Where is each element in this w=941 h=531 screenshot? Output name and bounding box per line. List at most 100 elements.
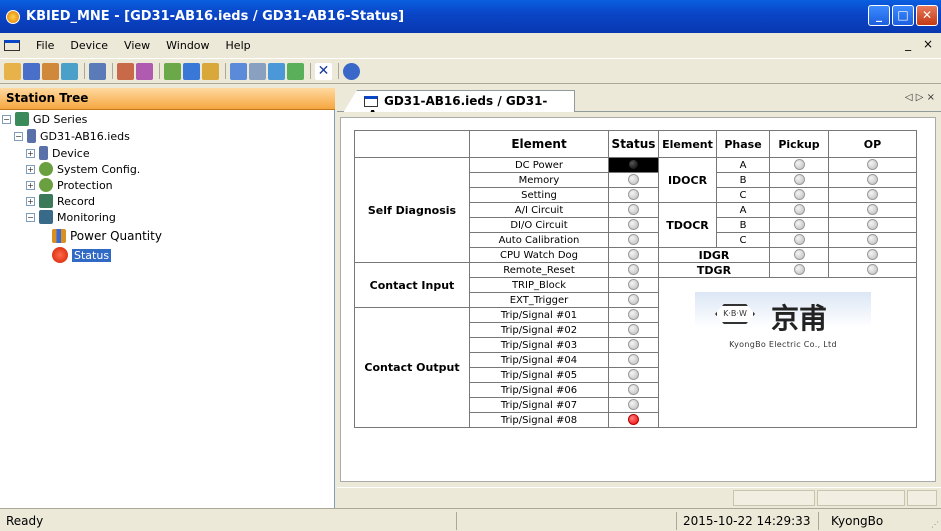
save-as-icon[interactable] bbox=[42, 62, 59, 80]
tree-node-system-config[interactable]: + System Config. bbox=[26, 161, 140, 177]
tree-node-label: Device bbox=[52, 146, 90, 160]
element-label: A/I Circuit bbox=[469, 202, 609, 218]
status-led-cell bbox=[608, 247, 659, 263]
status-led bbox=[628, 204, 639, 216]
help-icon[interactable] bbox=[343, 62, 360, 80]
phase-label: B bbox=[716, 217, 770, 233]
status-bar: Ready 2015-10-22 14:29:33 KyongBo ⋰ bbox=[0, 508, 941, 531]
maximize-button[interactable]: □ bbox=[892, 5, 914, 26]
collapse-icon[interactable]: − bbox=[2, 114, 11, 124]
pickup-cell bbox=[769, 247, 829, 263]
toolbar: ✕ bbox=[0, 58, 941, 84]
status-panel: Element Status Element Phase Pickup OP S… bbox=[340, 117, 936, 482]
delete-icon[interactable]: ✕ bbox=[315, 62, 332, 80]
status-led-cell bbox=[608, 277, 659, 293]
toolbar-separator bbox=[310, 63, 311, 79]
tree-node-status[interactable]: Status bbox=[52, 247, 112, 263]
chart-icon[interactable] bbox=[268, 62, 285, 80]
app-icon[interactable] bbox=[6, 9, 20, 24]
tab-navigation[interactable]: ◁ ▷ × bbox=[905, 92, 935, 103]
pickup-led bbox=[793, 159, 805, 171]
pickup-cell bbox=[769, 187, 829, 203]
status-pane bbox=[456, 512, 674, 530]
pickup-led bbox=[793, 204, 805, 216]
waveform-icon[interactable] bbox=[249, 62, 266, 80]
header-status: Status bbox=[608, 130, 659, 158]
toolbar-separator bbox=[225, 63, 226, 79]
element-tdgr: TDGR bbox=[658, 262, 770, 278]
settings-icon[interactable] bbox=[164, 62, 181, 80]
grid-icon[interactable] bbox=[202, 62, 219, 80]
expand-icon[interactable]: + bbox=[26, 180, 35, 190]
logo-area: K·B·W 京甫 KyongBo Electric Co., Ltd bbox=[658, 277, 917, 428]
status-led-cell bbox=[608, 322, 659, 338]
tree-node-label: Status bbox=[72, 248, 112, 262]
header-pickup: Pickup bbox=[769, 130, 829, 158]
minimize-button[interactable]: _ bbox=[868, 5, 890, 26]
menu-window[interactable]: Window bbox=[158, 39, 217, 52]
status-led-cell bbox=[608, 412, 659, 428]
mdi-window-controls[interactable]: _ × bbox=[905, 37, 937, 51]
tree-node-label: Power Quantity bbox=[70, 229, 162, 243]
menu-bar: File Device View Window Help _ × bbox=[0, 34, 941, 57]
expand-icon[interactable]: + bbox=[26, 148, 35, 158]
tree-node-label: GD31-AB16.ieds bbox=[40, 129, 130, 143]
tree-node-label: System Config. bbox=[57, 162, 141, 176]
tree-node-device[interactable]: + Device bbox=[26, 145, 90, 161]
collapse-icon[interactable]: − bbox=[26, 212, 35, 222]
menu-device[interactable]: Device bbox=[62, 39, 116, 52]
element-label: DI/O Circuit bbox=[469, 217, 609, 233]
tree-node-label: Record bbox=[57, 194, 96, 208]
group-self-diagnosis: Self Diagnosis bbox=[354, 157, 470, 263]
window-icon[interactable] bbox=[230, 62, 247, 80]
save-icon[interactable] bbox=[23, 62, 40, 80]
status-led-icon bbox=[52, 247, 68, 263]
tree-node-record[interactable]: + Record bbox=[26, 193, 95, 209]
pickup-cell bbox=[769, 217, 829, 233]
open-folder-icon[interactable] bbox=[4, 62, 21, 80]
close-button[interactable]: ✕ bbox=[916, 5, 938, 26]
status-led bbox=[628, 249, 639, 261]
tree-node-monitoring[interactable]: − Monitoring bbox=[26, 209, 116, 225]
collapse-icon[interactable]: − bbox=[14, 131, 23, 141]
status-led bbox=[628, 219, 639, 231]
op-led bbox=[867, 204, 878, 216]
monitor-icon[interactable] bbox=[183, 62, 200, 80]
menu-help[interactable]: Help bbox=[218, 39, 259, 52]
toolbar-separator bbox=[84, 63, 85, 79]
tree-node-protection[interactable]: + Protection bbox=[26, 177, 113, 193]
element-label: Trip/Signal #06 bbox=[469, 382, 609, 398]
tab-status[interactable]: GD31-AB16.ieds / GD31-A... bbox=[343, 90, 575, 113]
op-led bbox=[867, 234, 878, 246]
expand-icon[interactable]: + bbox=[26, 164, 35, 174]
status-led bbox=[628, 159, 639, 171]
upload-icon[interactable] bbox=[117, 62, 134, 80]
resize-grip-icon[interactable]: ⋰ bbox=[931, 520, 939, 529]
op-cell bbox=[828, 157, 917, 173]
pickup-cell bbox=[769, 157, 829, 173]
status-text: Ready bbox=[6, 514, 44, 528]
connect-icon[interactable] bbox=[61, 62, 78, 80]
element-label: Trip/Signal #05 bbox=[469, 367, 609, 383]
station-icon bbox=[15, 112, 29, 126]
tree-node-ieds-file[interactable]: − GD31-AB16.ieds bbox=[14, 128, 130, 144]
download-icon[interactable] bbox=[136, 62, 153, 80]
document-icon bbox=[364, 96, 378, 107]
window-title-bar[interactable]: KBIED_MNE - [GD31-AB16.ieds / GD31-AB16-… bbox=[0, 0, 941, 33]
document-icon[interactable] bbox=[4, 40, 20, 51]
group-contact-input: Contact Input bbox=[354, 262, 470, 308]
logo-hanja: 京甫 bbox=[771, 302, 828, 335]
tree-node-power-quantity[interactable]: Power Quantity bbox=[52, 228, 162, 244]
header-op: OP bbox=[828, 130, 917, 158]
tree-view-icon[interactable] bbox=[89, 62, 106, 80]
menu-view[interactable]: View bbox=[116, 39, 158, 52]
element-label: Setting bbox=[469, 187, 609, 203]
status-led bbox=[628, 414, 639, 426]
op-led bbox=[867, 174, 878, 186]
expand-icon[interactable]: + bbox=[26, 196, 35, 206]
status-led-cell bbox=[608, 292, 659, 308]
export-icon[interactable] bbox=[287, 62, 304, 80]
tree-node-gd-series[interactable]: − GD Series bbox=[2, 111, 87, 127]
menu-file[interactable]: File bbox=[28, 39, 62, 52]
status-led bbox=[628, 324, 639, 336]
